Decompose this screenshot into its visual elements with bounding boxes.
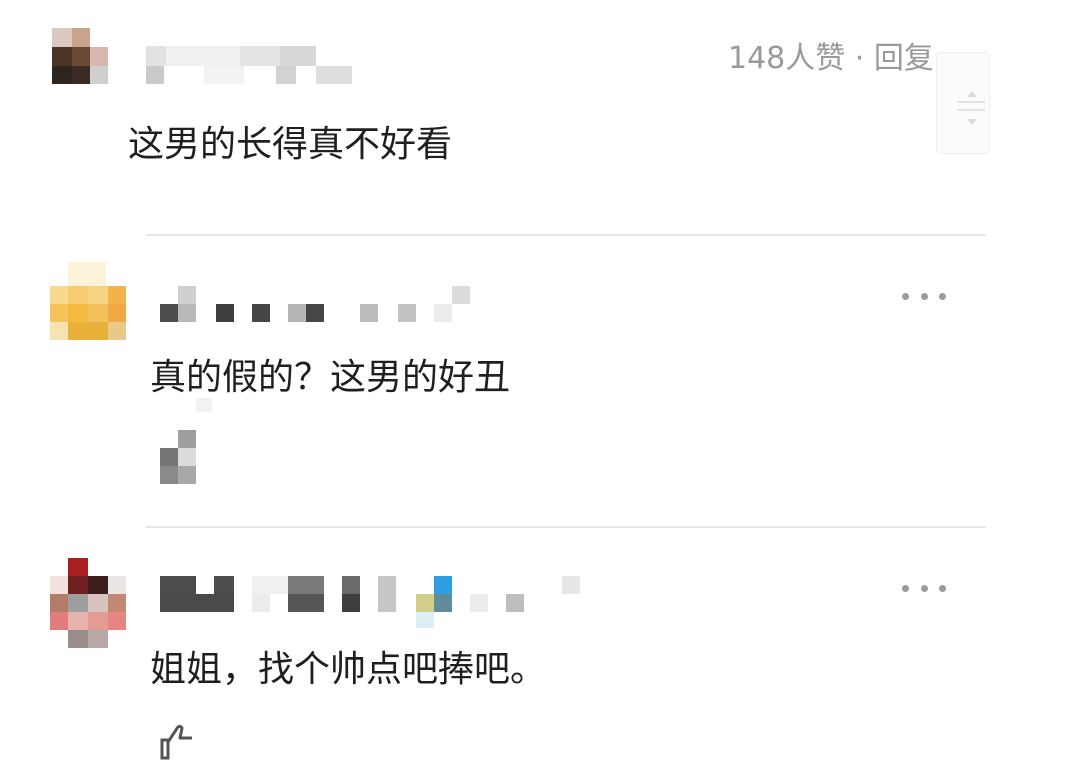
scroll-handle-icon[interactable] [936,52,990,154]
divider [146,234,986,236]
avatar[interactable] [52,28,108,84]
username-redacted[interactable] [146,46,356,86]
thumbs-up-icon [160,724,192,760]
avatar[interactable] [50,262,126,340]
more-horizontal-icon [902,584,909,592]
comment-text: 真的假的？这男的好丑 [150,357,511,398]
comment-text: 这男的长得真不好看 [128,124,453,165]
more-horizontal-icon [902,292,909,300]
like-icon[interactable] [160,398,212,488]
username-redacted[interactable] [160,576,590,632]
like-icon[interactable] [156,720,200,764]
more-options-button[interactable] [902,286,946,306]
avatar[interactable] [50,558,126,650]
like-reply-text[interactable]: 148人赞 · 回复 [728,44,934,74]
comment-text: 姐姐，找个帅点吧捧吧。 [150,649,547,690]
username-redacted[interactable] [160,284,480,324]
more-options-button[interactable] [902,578,946,598]
divider [146,526,986,528]
